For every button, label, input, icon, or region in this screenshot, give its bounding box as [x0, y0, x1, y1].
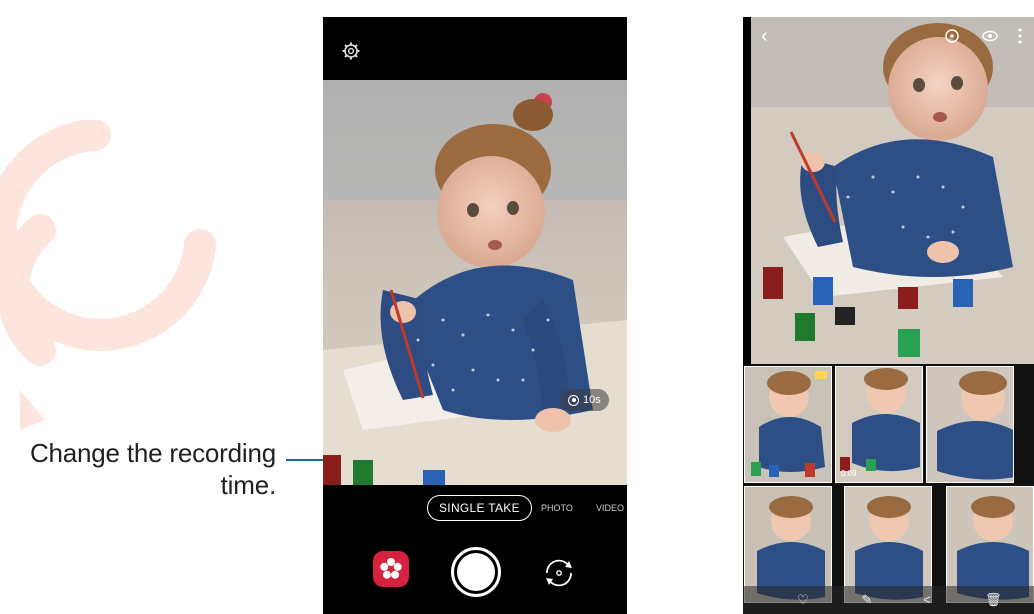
gallery-screen: ‹ 0:09 ♡ ✎ < 🗑 — [743, 17, 1034, 614]
thumbnail-duration: 0:09 — [841, 469, 857, 478]
callout-line-1: Change the recording — [29, 438, 276, 468]
more-icon[interactable] — [1011, 27, 1029, 45]
effects-button[interactable] — [373, 551, 409, 587]
timer-label: 10s — [583, 394, 601, 406]
gallery-bottom-bar: ♡ ✎ < 🗑 — [743, 586, 1034, 614]
mode-video[interactable]: VIDEO — [596, 499, 624, 517]
camera-screen: 10s SINGLE TAKE PHOTO VIDEO — [323, 17, 627, 614]
gallery-main-photo[interactable] — [743, 17, 1034, 364]
camera-viewfinder[interactable] — [323, 80, 627, 485]
shutter-button[interactable] — [451, 547, 501, 597]
rotate-icon[interactable] — [943, 27, 961, 45]
callout-line-2: time. — [220, 470, 277, 500]
edit-icon[interactable]: ✎ — [859, 592, 875, 608]
gallery-thumbnail[interactable] — [926, 366, 1014, 483]
callout-text: Change the recording time. — [8, 437, 276, 501]
gallery-thumbnail[interactable] — [744, 366, 832, 483]
recording-time-button[interactable]: 10s — [560, 389, 609, 411]
mode-photo[interactable]: PHOTO — [541, 499, 573, 517]
watermark-graphic — [0, 120, 216, 430]
gear-icon[interactable] — [341, 41, 361, 61]
mode-single-take[interactable]: SINGLE TAKE — [427, 495, 532, 521]
thumbnail-image — [927, 367, 1013, 482]
share-icon[interactable]: < — [919, 592, 935, 608]
gallery-top-bar: ‹ — [743, 25, 1034, 47]
heart-icon[interactable]: ♡ — [795, 592, 811, 608]
gallery-thumbnail[interactable]: 0:09 — [835, 366, 923, 483]
back-icon[interactable]: ‹ — [761, 25, 768, 47]
delete-icon[interactable]: 🗑 — [985, 592, 1002, 608]
camera-top-bar — [323, 17, 627, 80]
thumbnail-image — [745, 367, 831, 482]
flower-effects-icon — [380, 558, 402, 579]
eye-icon[interactable] — [981, 27, 999, 45]
switch-camera-icon[interactable] — [539, 553, 579, 593]
timer-icon — [568, 394, 579, 406]
camera-mode-bar: SINGLE TAKE PHOTO VIDEO — [323, 495, 627, 521]
thumbnail-image — [836, 367, 922, 482]
